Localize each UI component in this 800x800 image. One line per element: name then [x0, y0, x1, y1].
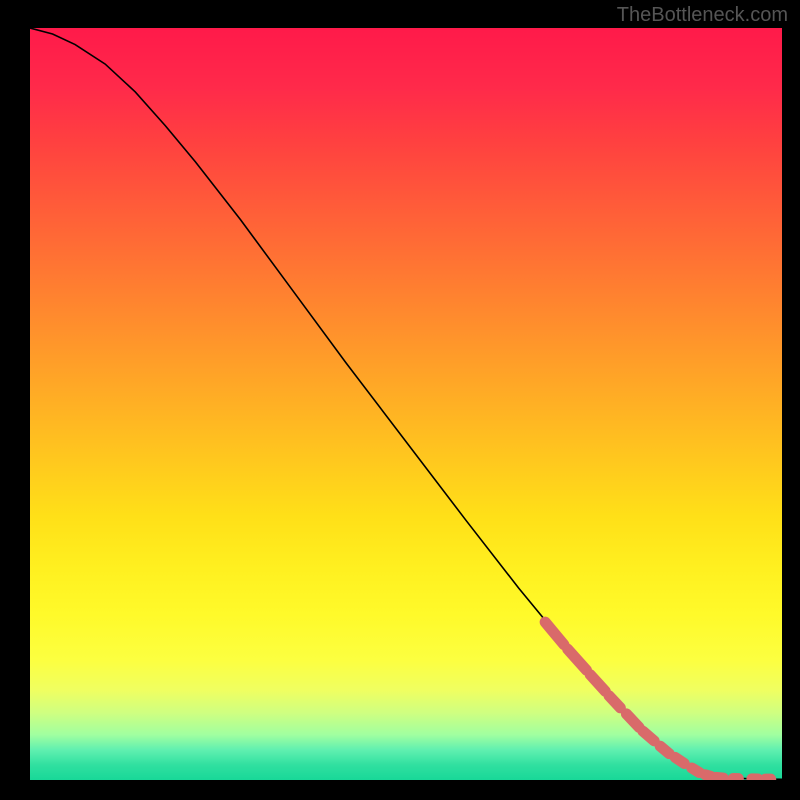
main-curve	[30, 28, 782, 779]
highlight-segment	[545, 622, 564, 645]
highlight-segment	[692, 768, 700, 773]
chart-svg	[30, 28, 782, 780]
highlight-segment	[609, 696, 620, 708]
highlight-segment	[590, 675, 605, 692]
highlight-segment	[568, 649, 587, 670]
highlight-segment	[675, 757, 684, 763]
highlight-segment	[643, 731, 654, 741]
highlight-segment	[626, 714, 639, 728]
highlighted-segments	[545, 622, 771, 779]
watermark-text: TheBottleneck.com	[617, 4, 788, 27]
highlight-segment	[705, 775, 710, 777]
highlight-segment	[716, 777, 724, 778]
chart-plot-area	[30, 28, 782, 780]
highlight-segment	[660, 746, 669, 754]
